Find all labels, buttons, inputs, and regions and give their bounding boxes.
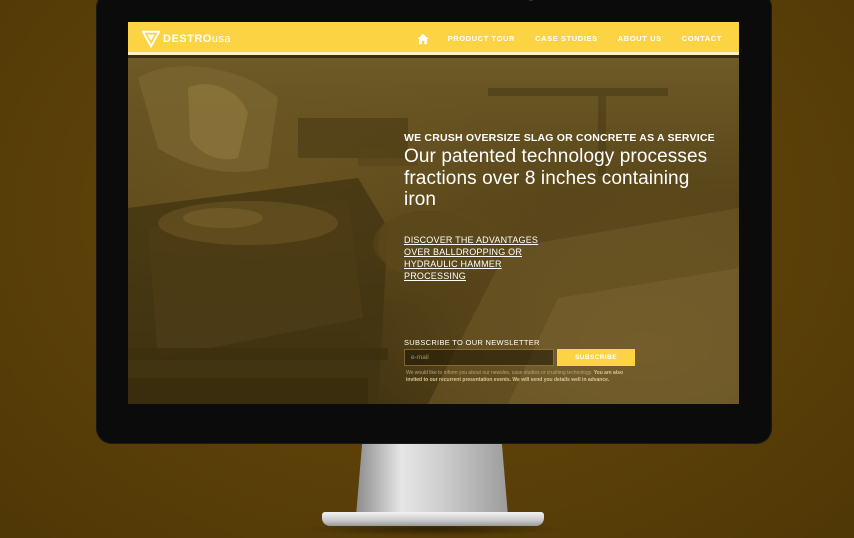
home-icon[interactable] — [416, 32, 430, 46]
hero-section: WE CRUSH OVERSIZE SLAG OR CONCRETE AS A … — [128, 58, 739, 404]
newsletter-note-regular: We would like to inform you about our ne… — [406, 370, 593, 376]
nav-about-us[interactable]: ABOUT US — [618, 34, 662, 43]
site-header: DESTROUSA PRODUCT TOUR CASE STUDIES ABOU… — [128, 22, 739, 55]
nav-product-tour[interactable]: PRODUCT TOUR — [448, 34, 515, 43]
hero-headline: Our patented technology processes fracti… — [404, 146, 708, 210]
newsletter-note: We would like to inform you about our ne… — [404, 370, 640, 383]
email-input[interactable] — [404, 349, 554, 366]
monitor-stand-neck — [356, 444, 508, 516]
newsletter-label: SUBSCRIBE TO OUR NEWSLETTER — [404, 338, 540, 347]
discover-advantages-link[interactable]: DISCOVER THE ADVANTAGES OVER BALLDROPPIN… — [404, 234, 564, 282]
nav-case-studies[interactable]: CASE STUDIES — [535, 34, 598, 43]
monitor-stand-foot — [322, 512, 544, 526]
hero-eyebrow: WE CRUSH OVERSIZE SLAG OR CONCRETE AS A … — [404, 132, 715, 144]
site-logo[interactable]: DESTROUSA — [142, 30, 231, 48]
nav-contact[interactable]: CONTACT — [682, 34, 722, 43]
website-screen: DESTROUSA PRODUCT TOUR CASE STUDIES ABOU… — [128, 22, 739, 404]
newsletter-form: SUBSCRIBE TO OUR NEWSLETTER SUBSCRIBE We… — [404, 338, 644, 383]
subscribe-button[interactable]: SUBSCRIBE — [557, 349, 635, 366]
main-nav: PRODUCT TOUR CASE STUDIES ABOUT US CONTA… — [416, 22, 739, 55]
webcam-icon — [527, 0, 535, 1]
hero-copy: WE CRUSH OVERSIZE SLAG OR CONCRETE AS A … — [404, 131, 724, 282]
newsletter-row: SUBSCRIBE — [404, 349, 644, 366]
logo-wordmark: DESTROUSA — [163, 33, 232, 45]
logo-shield-icon — [142, 30, 160, 48]
